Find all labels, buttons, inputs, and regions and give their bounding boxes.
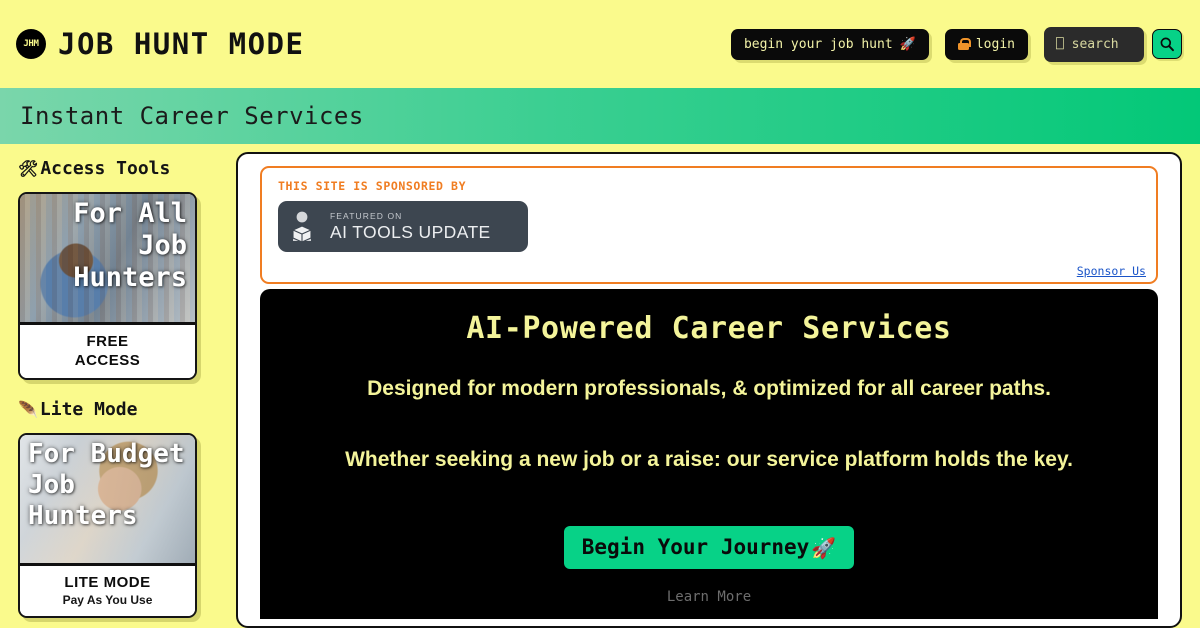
header-actions: begin your job hunt 🚀 login: [730, 26, 1182, 62]
hero-panel: AI-Powered Career Services Designed for …: [260, 289, 1158, 619]
begin-your-journey-button[interactable]: Begin Your Journey 🚀: [563, 526, 855, 569]
sponsor-badge-text: FEATURED ON AI TOOLS UPDATE: [330, 210, 491, 242]
learn-more-link[interactable]: Learn More: [280, 589, 1138, 605]
sponsor-badge[interactable]: FEATURED ON AI TOOLS UPDATE: [278, 201, 528, 252]
begin-job-hunt-label: begin your job hunt: [743, 36, 893, 52]
promo-overlay-text: For All Job Hunters: [73, 198, 187, 293]
site-header: JHM JOB HUNT MODE begin your job hunt 🚀 …: [0, 0, 1200, 88]
banner-title: Instant Career Services: [20, 102, 364, 130]
hero-subtitle-1: Designed for modern professionals, & opt…: [367, 377, 1051, 400]
page-body: 🛠 Access Tools For All Job Hunters FREE …: [0, 144, 1200, 628]
page-banner: Instant Career Services: [0, 88, 1200, 144]
search-submit-button[interactable]: [1152, 29, 1182, 59]
promo-foot-line1: LITE MODE: [64, 574, 151, 592]
login-label: login: [975, 36, 1015, 52]
person-with-box-icon: [292, 211, 312, 243]
promo-image-budget-hunters: For Budget Job Hunters: [20, 435, 195, 567]
sponsor-label: THIS SITE IS SPONSORED BY: [278, 179, 467, 193]
cta-label: Begin Your Journey: [581, 535, 810, 559]
begin-job-hunt-button[interactable]: begin your job hunt 🚀: [730, 28, 929, 60]
main-content-card: THIS SITE IS SPONSORED BY FEATURED ON AI…: [236, 152, 1182, 628]
brand[interactable]: JHM JOB HUNT MODE: [16, 27, 304, 61]
rocket-icon: 🚀: [899, 36, 916, 52]
sidebar-heading-label: Access Tools: [40, 158, 171, 179]
feather-icon: 🪶: [18, 400, 38, 420]
sponsor-badge-main: AI TOOLS UPDATE: [330, 221, 491, 242]
sidebar-heading-access-tools: 🛠 Access Tools: [18, 158, 220, 179]
sponsor-badge-top: FEATURED ON: [330, 210, 403, 221]
promo-image-job-hunters: For All Job Hunters: [20, 194, 195, 325]
hero-subtitle-2: Whether seeking a new job or a raise: ou…: [345, 448, 1073, 471]
sidebar-heading-lite-mode: 🪶 Lite Mode: [18, 399, 220, 420]
lock-icon: [957, 38, 971, 50]
sponsor-us-link[interactable]: Sponsor Us: [1077, 264, 1146, 278]
search-area: [1044, 26, 1182, 62]
promo-foot-line2: Pay As You Use: [62, 592, 153, 607]
promo-card-lite-mode[interactable]: For Budget Job Hunters LITE MODE Pay As …: [18, 433, 197, 619]
promo-overlay-text: For Budget Job Hunters: [28, 439, 185, 531]
search-icon: [1160, 37, 1174, 52]
promo-footer: FREE ACCESS: [20, 325, 195, 379]
promo-foot-line1: FREE: [86, 333, 129, 350]
promo-card-access-tools[interactable]: For All Job Hunters FREE ACCESS: [18, 192, 197, 381]
sidebar: 🛠 Access Tools For All Job Hunters FREE …: [0, 144, 236, 628]
sidebar-heading-label: Lite Mode: [39, 399, 138, 421]
rocket-icon: 🚀: [811, 535, 837, 560]
tools-icon: 🛠: [18, 159, 39, 178]
hero-title: AI-Powered Career Services: [466, 311, 952, 346]
login-button[interactable]: login: [944, 28, 1028, 60]
logo-icon: JHM: [16, 29, 46, 59]
search-input[interactable]: [1044, 26, 1144, 62]
brand-title: JOB HUNT MODE: [58, 27, 305, 61]
sponsor-box: THIS SITE IS SPONSORED BY FEATURED ON AI…: [260, 166, 1158, 284]
promo-foot-line2: ACCESS: [74, 352, 141, 370]
promo-footer: LITE MODE Pay As You Use: [20, 566, 195, 617]
